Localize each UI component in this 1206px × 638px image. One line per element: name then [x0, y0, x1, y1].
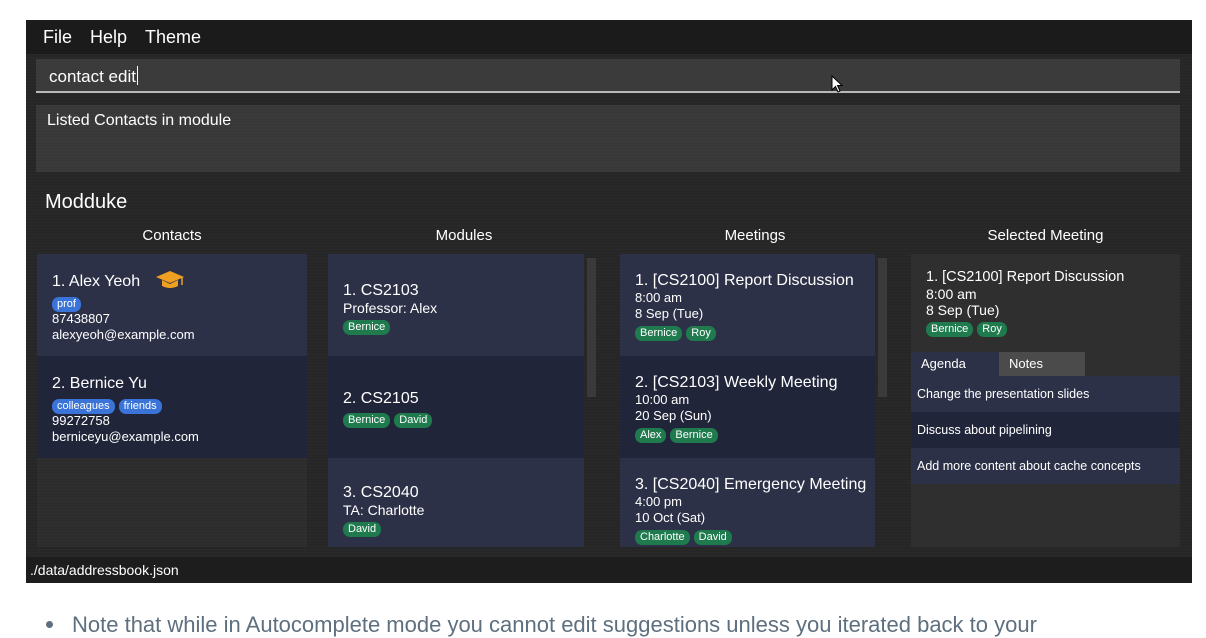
meeting-title: 2. [CS2103] Weekly Meeting [635, 374, 838, 391]
contact-phone: 87438807 [52, 311, 110, 326]
tab-notes[interactable]: Notes [999, 352, 1085, 376]
selected-meeting-header: Selected Meeting [987, 227, 1104, 244]
menu-file[interactable]: File [43, 27, 72, 48]
menu-bar: File Help Theme [26, 20, 1192, 54]
tag: Bernice [635, 326, 683, 341]
tag: Charlotte [635, 530, 690, 545]
module-tags: Bernice [343, 317, 569, 335]
tag: Bernice [670, 428, 718, 443]
meeting-card[interactable]: 2. [CS2103] Weekly Meeting 10:00 am 20 S… [620, 356, 875, 458]
module-title: 1. CS2103 [343, 282, 419, 299]
result-display: Listed Contacts in module [36, 105, 1180, 172]
tag: Roy [686, 326, 716, 341]
graduation-cap-icon [156, 271, 184, 288]
modules-header: Modules [435, 227, 493, 244]
tag: David [693, 530, 732, 545]
agenda-item[interactable]: Change the presentation slides [911, 376, 1180, 412]
module-title: 3. CS2040 [343, 484, 419, 501]
save-location: ./data/addressbook.json [30, 562, 179, 578]
module-tags: Bernice David [343, 410, 569, 428]
meeting-time: 10:00 am [635, 392, 690, 407]
meeting-tags: Alex Bernice [635, 425, 860, 443]
module-title: 2. CS2105 [343, 390, 419, 407]
command-text: contact edit [49, 66, 138, 86]
meeting-date: 10 Oct (Sat) [635, 510, 706, 525]
mouse-pointer-icon [831, 75, 844, 93]
module-card[interactable]: 2. CS2105 Bernice David [328, 356, 584, 458]
agenda-item[interactable]: Discuss about pipelining [911, 412, 1180, 448]
contact-tags: prof [52, 294, 292, 312]
contacts-header: Contacts [142, 227, 202, 244]
selected-meeting-tags: Bernice Roy [926, 319, 1011, 337]
module-card[interactable]: 1. CS2103 Professor: Alex Bernice [328, 254, 584, 356]
tag: Bernice [926, 322, 974, 337]
meeting-tags: Charlotte David [635, 527, 860, 545]
meeting-date: 8 Sep (Tue) [635, 306, 704, 321]
tag: colleagues [52, 399, 115, 414]
modules-list[interactable]: 1. CS2103 Professor: Alex Bernice 2. CS2… [328, 254, 584, 547]
menu-theme[interactable]: Theme [145, 27, 201, 48]
selected-meeting-time: 8:00 am [926, 286, 977, 302]
contact-tags: colleagues friends [52, 396, 292, 414]
contact-email: alexyeoh@example.com [52, 327, 195, 342]
status-bar: ./data/addressbook.json [26, 557, 1192, 583]
meeting-tags: Bernice Roy [635, 323, 860, 341]
tag: Bernice [343, 320, 391, 335]
meeting-card[interactable]: 3. [CS2040] Emergency Meeting 4:00 pm 10… [620, 458, 875, 547]
contact-name: 2. Bernice Yu [52, 375, 147, 392]
meeting-card[interactable]: 1. [CS2100] Report Discussion 8:00 am 8 … [620, 254, 875, 356]
meetings-scrollbar[interactable] [878, 258, 887, 397]
tab-agenda[interactable]: Agenda [911, 352, 999, 376]
command-input[interactable]: contact edit [36, 59, 1180, 93]
contacts-list[interactable]: 1. Alex Yeoh prof 87438807 alexyeoh@exam… [37, 254, 307, 547]
tag: prof [52, 297, 81, 312]
contact-email: berniceyu@example.com [52, 429, 199, 444]
tag: David [394, 413, 433, 428]
tag: Bernice [343, 413, 391, 428]
module-tags: David [343, 519, 569, 537]
app-title: Modduke [45, 191, 128, 213]
doc-note-text: Note that while in Autocomplete mode you… [72, 612, 1037, 637]
modules-scrollbar[interactable] [587, 258, 596, 397]
tag: David [343, 522, 382, 537]
tag: Alex [635, 428, 667, 443]
contact-card[interactable]: 2. Bernice Yu colleagues friends 99272758… [37, 356, 307, 458]
meetings-header: Meetings [724, 227, 786, 244]
result-text: Listed Contacts in module [47, 112, 232, 129]
contact-phone: 99272758 [52, 413, 110, 428]
meeting-title: 1. [CS2100] Report Discussion [635, 272, 854, 289]
meeting-time: 8:00 am [635, 290, 682, 305]
meeting-date: 20 Sep (Sun) [635, 408, 712, 423]
module-card[interactable]: 3. CS2040 TA: Charlotte David [328, 458, 584, 547]
agenda-item[interactable]: Add more content about cache concepts [911, 448, 1180, 484]
selected-meeting-panel: 1. [CS2100] Report Discussion 8:00 am 8 … [911, 254, 1180, 547]
bullet-icon [46, 621, 53, 628]
tag: Roy [977, 322, 1007, 337]
selected-meeting-title: 1. [CS2100] Report Discussion [926, 269, 1125, 285]
module-detail: TA: Charlotte [343, 502, 425, 518]
menu-help[interactable]: Help [90, 27, 127, 48]
meetings-list[interactable]: 1. [CS2100] Report Discussion 8:00 am 8 … [620, 254, 875, 547]
meeting-time: 4:00 pm [635, 494, 682, 509]
tag: friends [118, 399, 162, 414]
text-caret [136, 66, 138, 85]
module-detail: Professor: Alex [343, 300, 438, 316]
app-window: File Help Theme contact edit Listed Cont… [26, 20, 1192, 583]
selected-meeting-date: 8 Sep (Tue) [926, 302, 1000, 318]
meeting-title: 3. [CS2040] Emergency Meeting [635, 476, 867, 493]
